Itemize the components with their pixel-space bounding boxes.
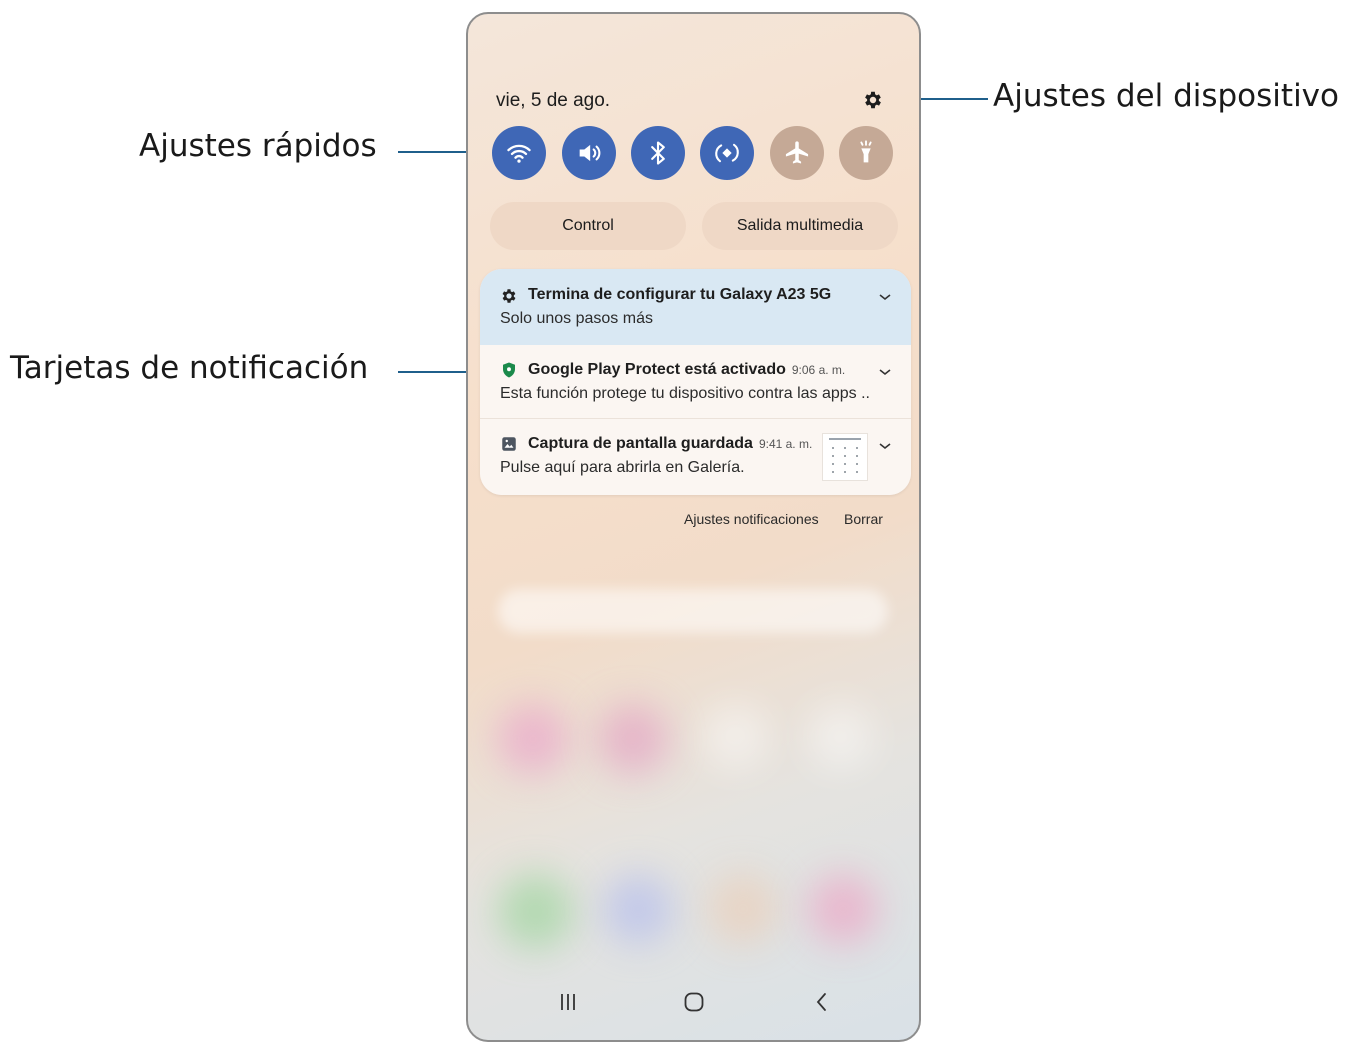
wifi-tile[interactable] bbox=[492, 126, 546, 180]
app-icon-blur bbox=[603, 874, 673, 944]
app-icon-blur bbox=[808, 874, 878, 944]
quick-settings-row bbox=[490, 124, 919, 184]
sound-tile[interactable] bbox=[562, 126, 616, 180]
gear-icon bbox=[502, 289, 516, 303]
clear-notifications-button[interactable]: Borrar bbox=[844, 511, 883, 527]
notification-title: Google Play Protect está activado 9:06 a.… bbox=[528, 361, 845, 379]
settings-gear-icon[interactable] bbox=[862, 89, 884, 111]
back-icon[interactable] bbox=[810, 990, 834, 1014]
notification-cards: Termina de configurar tu Galaxy A23 5G S… bbox=[480, 269, 911, 495]
sound-icon bbox=[579, 144, 601, 162]
callout-quick-settings: Ajustes rápidos bbox=[139, 128, 377, 164]
notification-card[interactable]: Google Play Protect está activado 9:06 a.… bbox=[480, 345, 911, 419]
auto-rotate-icon bbox=[715, 143, 739, 163]
notification-card[interactable]: Captura de pantalla guardada 9:41 a. m. P… bbox=[480, 419, 911, 495]
shield-icon bbox=[503, 362, 515, 378]
notification-title-text: Captura de pantalla guardada bbox=[528, 435, 753, 452]
notification-time: 9:41 a. m. bbox=[758, 437, 813, 451]
notification-title-text: Termina de configurar tu Galaxy A23 5G bbox=[528, 286, 832, 303]
image-icon bbox=[502, 437, 516, 451]
notification-card[interactable]: Termina de configurar tu Galaxy A23 5G S… bbox=[480, 269, 911, 345]
app-icon-blur bbox=[808, 704, 873, 769]
search-bar-blur bbox=[498, 589, 888, 633]
app-icon-blur bbox=[498, 874, 573, 949]
home-icon[interactable] bbox=[682, 990, 706, 1014]
callout-notification-cards: Tarjetas de notificación bbox=[10, 350, 369, 386]
app-icon-blur bbox=[703, 704, 768, 769]
leader-quick-settings bbox=[398, 151, 472, 153]
chevron-down-icon[interactable] bbox=[877, 438, 893, 454]
app-icon-blur bbox=[598, 704, 668, 774]
flashlight-tile[interactable] bbox=[839, 126, 893, 180]
date-label: vie, 5 de ago. bbox=[496, 90, 611, 111]
screenshot-preview-icon bbox=[829, 438, 861, 473]
chevron-down-icon[interactable] bbox=[877, 364, 893, 380]
app-icon-blur bbox=[498, 704, 568, 774]
airplane-mode-tile[interactable] bbox=[770, 126, 824, 180]
bluetooth-icon bbox=[651, 141, 665, 165]
recents-icon[interactable] bbox=[556, 990, 580, 1014]
flashlight-icon bbox=[860, 140, 872, 163]
notification-settings-link[interactable]: Ajustes notificaciones bbox=[684, 511, 819, 527]
auto-rotate-tile[interactable] bbox=[700, 126, 754, 180]
bluetooth-tile[interactable] bbox=[631, 126, 685, 180]
notification-title: Termina de configurar tu Galaxy A23 5G bbox=[528, 286, 831, 304]
screenshot-thumbnail[interactable] bbox=[822, 433, 868, 481]
notification-title-text: Google Play Protect está activado bbox=[528, 361, 786, 378]
phone-screen: vie, 5 de ago. Control Salida multimedia… bbox=[466, 12, 921, 1042]
wifi-icon bbox=[507, 144, 531, 163]
media-control-button[interactable]: Control bbox=[490, 202, 686, 250]
notification-title: Captura de pantalla guardada 9:41 a. m. bbox=[528, 435, 812, 453]
media-output-button[interactable]: Salida multimedia bbox=[702, 202, 898, 250]
navigation-bar bbox=[468, 974, 919, 1028]
callout-device-settings: Ajustes del dispositivo bbox=[993, 78, 1339, 114]
airplane-mode-icon bbox=[785, 141, 809, 164]
notification-body: Esta función protege tu dispositivo cont… bbox=[500, 385, 870, 402]
chevron-down-icon[interactable] bbox=[877, 289, 893, 305]
notification-time: 9:06 a. m. bbox=[791, 363, 846, 377]
notification-body: Solo unos pasos más bbox=[500, 310, 653, 327]
notification-body: Pulse aquí para abrirla en Galería. bbox=[500, 459, 745, 476]
app-icon-blur bbox=[708, 874, 778, 944]
